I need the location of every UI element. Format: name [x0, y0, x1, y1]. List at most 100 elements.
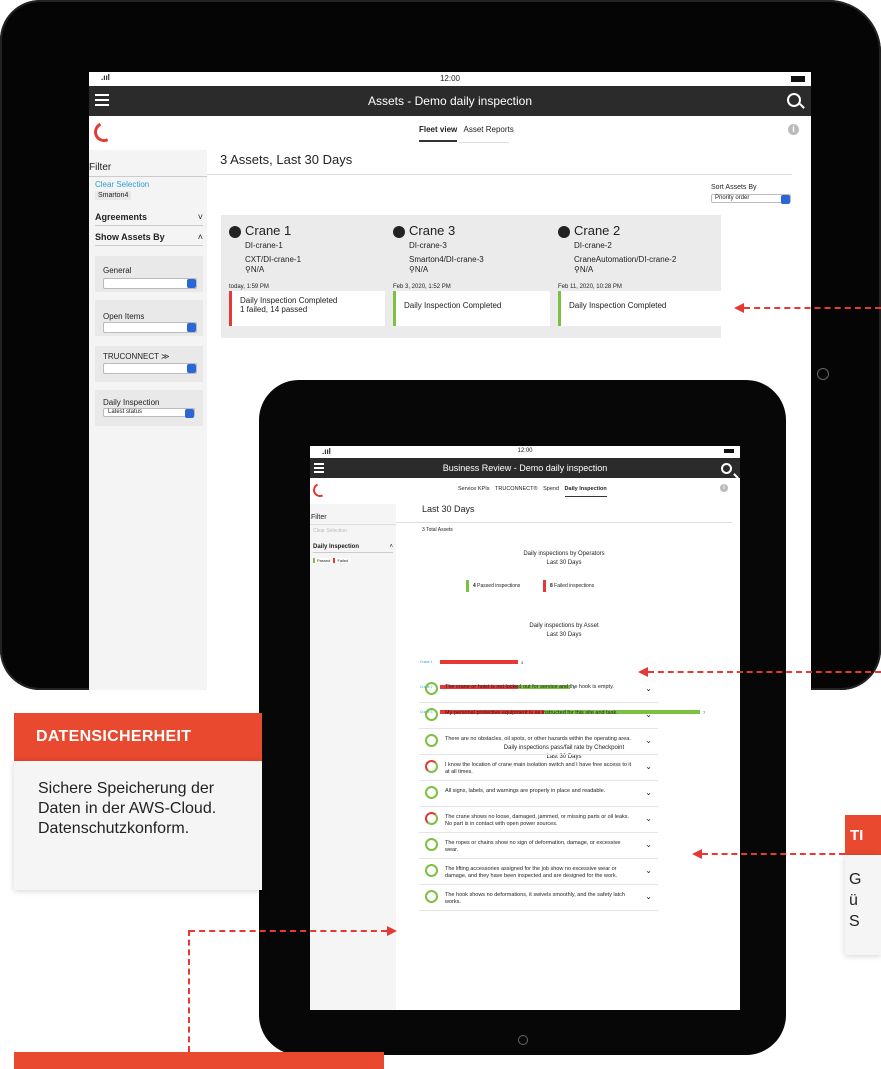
camera-icon	[817, 368, 829, 380]
general-label: General	[103, 266, 132, 275]
checkpoint-text: My personal protective equipment is as i…	[445, 710, 618, 716]
asset-path: CXT/DI-crane-1	[245, 255, 302, 264]
connector-line	[188, 930, 190, 1052]
chevron-down-icon[interactable]: ⌄	[645, 710, 652, 719]
checkpoint-text: The crane shows no loose, damaged, jamme…	[445, 814, 630, 827]
passed-inspections-kpi: 4 Passed inspections	[466, 580, 524, 592]
info-icon[interactable]: i	[720, 484, 728, 492]
screen-business-review: .ııl 12:00 Business Review - Demo daily …	[310, 446, 740, 1010]
checkpoint-row[interactable]: There are no obstacles, oil spots, or ot…	[419, 728, 658, 755]
chevron-down-icon[interactable]: ⌄	[645, 762, 652, 771]
sort-label: Sort Assets By	[711, 184, 757, 191]
truconnect-select[interactable]	[103, 363, 197, 374]
checkpoint-row[interactable]: The crane or hoist is not locked out for…	[419, 676, 658, 703]
tab-spend[interactable]: Spend	[543, 486, 559, 492]
callout-right-title: TI	[845, 815, 881, 855]
connector-line	[189, 930, 387, 932]
daily-inspection-section[interactable]: Daily Inspection ˄	[313, 544, 393, 553]
general-filter: General	[95, 256, 203, 292]
status-text: Daily Inspection Completed	[240, 296, 338, 305]
filter-title: Filter	[89, 162, 112, 173]
asset-card-crane-1[interactable]: Crane 1 DI-crane-1 CXT/DI-crane-1 ⚲N/A t…	[221, 215, 396, 338]
tab-asset-reports[interactable]: Asset Reports	[463, 125, 513, 134]
app-header: Business Review - Demo daily inspection	[310, 458, 740, 478]
daily-inspection-select[interactable]: Latest status	[103, 408, 195, 418]
search-icon[interactable]	[721, 463, 732, 474]
status-text: Daily Inspection Completed	[569, 301, 667, 310]
checkpoint-row[interactable]: The lifting accessories assigned for the…	[419, 858, 658, 885]
filter-title: Filter	[311, 514, 327, 521]
chevron-down-icon[interactable]: ⌄	[645, 840, 652, 849]
clear-selection-link[interactable]: Clear Selection	[313, 528, 347, 534]
open-items-filter: Open Items	[95, 300, 203, 336]
show-assets-by-section[interactable]: Show Assets By ˄	[95, 232, 203, 246]
chevron-down-icon[interactable]: ⌄	[645, 684, 652, 693]
truconnect-label: TRUCONNECT	[103, 352, 159, 361]
legend-passed[interactable]: Passed	[313, 558, 333, 563]
asset-id: DI-crane-2	[574, 241, 612, 250]
asset-card-crane-3[interactable]: Crane 3 DI-crane-3 Smarton4/DI-crane-3 ⚲…	[385, 215, 560, 338]
inspection-time: Feb 11, 2020, 10:28 PM	[558, 284, 622, 290]
truconnect-filter: TRUCONNECT ≫	[95, 346, 203, 382]
pass-rate-donut-icon	[425, 682, 438, 695]
asset-location: N/A	[579, 265, 594, 274]
chevron-down-icon[interactable]: ⌄	[645, 788, 652, 797]
gear-icon	[558, 225, 570, 238]
chevron-down-icon[interactable]: ⌄	[645, 814, 652, 823]
asset-path: Smarton4/DI-crane-3	[409, 255, 484, 264]
tab-service-kpis[interactable]: Service KPIs	[458, 486, 489, 492]
home-button	[518, 1035, 528, 1045]
checkpoint-text: There are no obstacles, oil spots, or ot…	[445, 736, 631, 742]
chevron-up-icon: ˄	[389, 544, 393, 550]
open-items-label: Open Items	[103, 312, 145, 321]
arrow-icon	[638, 667, 648, 677]
checkpoint-row[interactable]: My personal protective equipment is as i…	[419, 702, 658, 729]
rss-icon: ≫	[161, 352, 170, 361]
filter-chip[interactable]: Smarton4	[95, 191, 132, 200]
page-title: Assets - Demo daily inspection	[367, 94, 533, 108]
daily-inspection-label: Daily Inspection	[103, 398, 160, 407]
bar-failed[interactable]	[440, 660, 518, 664]
asset-name: Crane 2	[574, 223, 621, 238]
checkpoint-row[interactable]: I know the location of crane main isolat…	[419, 754, 658, 781]
operators-chart-title: Daily inspections by Operators Last 30 Da…	[523, 551, 605, 566]
checkpoint-row[interactable]: All signs, labels, and warnings are prop…	[419, 780, 658, 807]
agreements-section[interactable]: Agreements ˅	[95, 212, 203, 226]
open-items-select[interactable]	[103, 322, 197, 333]
info-icon[interactable]: i	[788, 124, 799, 135]
asset-location: N/A	[414, 265, 429, 274]
general-select[interactable]	[103, 278, 197, 289]
status-bar: .ııl 12:00	[89, 72, 811, 86]
pass-rate-donut-icon	[425, 708, 438, 721]
chevron-down-icon[interactable]: ⌄	[645, 866, 652, 875]
gear-icon	[229, 225, 241, 238]
legend-failed[interactable]: Failed	[333, 558, 351, 563]
page-title: Business Review - Demo daily inspection	[442, 463, 608, 473]
tab-fleet-view[interactable]: Fleet view	[419, 125, 458, 142]
tab-daily-inspection[interactable]: Daily Inspection	[564, 486, 607, 497]
asset-card-crane-2[interactable]: Crane 2 DI-crane-2 CraneAutomation/DI-cr…	[550, 215, 725, 338]
tab-truconnect[interactable]: TRUCONNECT®	[495, 486, 538, 492]
checkpoint-row[interactable]: The ropes or chains show no sign of defo…	[419, 832, 658, 859]
chevron-down-icon[interactable]: ⌄	[645, 736, 652, 745]
asset-path: CraneAutomation/DI-crane-2	[574, 255, 677, 264]
inspection-time: Feb 3, 2020, 1:52 PM	[393, 284, 451, 290]
checkpoint-row[interactable]: The hook shows no deformations, it swive…	[419, 884, 658, 911]
checkpoint-row[interactable]: The crane shows no loose, damaged, jamme…	[419, 806, 658, 833]
connector-line	[702, 853, 845, 855]
chevron-down-icon[interactable]: ⌄	[645, 892, 652, 901]
filter-sidebar: Filter Clear Selection Smarton4 Agreemen…	[89, 150, 207, 690]
search-icon[interactable]	[787, 93, 801, 107]
asset-id: DI-crane-3	[409, 241, 447, 250]
assets-heading: 3 Assets, Last 30 Days	[220, 152, 353, 167]
view-tabs: Service KPIs TRUCONNECT® Spend Daily Ins…	[456, 486, 609, 497]
period-heading: Last 30 Days	[422, 504, 475, 514]
gear-icon	[393, 225, 405, 238]
clear-selection-link[interactable]: Clear Selection	[95, 180, 149, 189]
chevron-down-icon: ˅	[197, 212, 203, 222]
sort-select[interactable]: Priority order	[711, 194, 791, 204]
battery-icon	[791, 76, 805, 82]
checkpoint-text: The lifting accessories assigned for the…	[445, 866, 618, 879]
asset-location: N/A	[250, 265, 265, 274]
data-label: 3	[521, 660, 524, 665]
